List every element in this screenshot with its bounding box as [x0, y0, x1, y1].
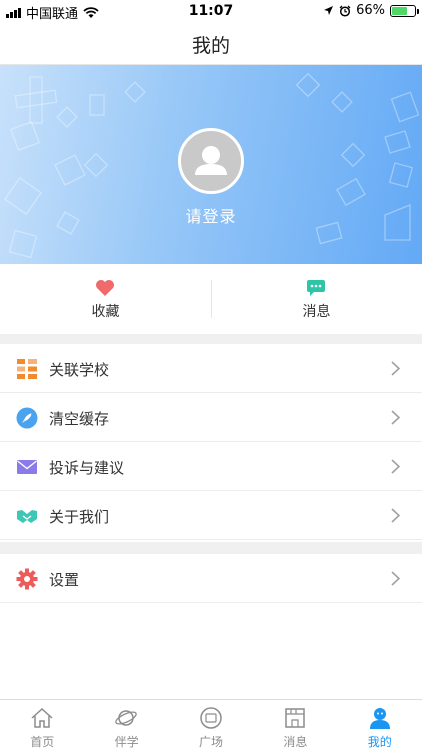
menu-item-label: 关于我们 — [49, 508, 110, 526]
quick-actions: 收藏 消息 — [0, 264, 422, 334]
tab-companion-study[interactable]: 伴学 — [84, 700, 168, 750]
profile-banner: 请登录 — [0, 65, 422, 264]
login-link[interactable]: 请登录 — [0, 203, 422, 227]
menu-item-clear-cache[interactable]: 清空缓存 — [0, 393, 422, 442]
messages-button[interactable]: 消息 — [211, 264, 422, 334]
section-gap — [0, 334, 422, 344]
chevron-right-icon — [391, 459, 400, 474]
chevron-right-icon — [391, 361, 400, 376]
menu-item-label: 投诉与建议 — [49, 459, 125, 477]
envelope-icon — [17, 460, 37, 474]
menu-item-label: 关联学校 — [49, 361, 110, 379]
rocket-icon — [16, 407, 38, 429]
chevron-right-icon — [391, 508, 400, 523]
avatar[interactable] — [178, 128, 244, 194]
user-avatar-icon — [195, 146, 227, 175]
menu-item-label: 设置 — [49, 571, 80, 589]
tab-label: 伴学 — [114, 735, 139, 749]
battery-icon — [390, 4, 419, 17]
tab-label: 广场 — [198, 735, 223, 749]
section-gap — [0, 542, 422, 554]
menu-item-settings[interactable]: 设置 — [0, 554, 422, 603]
menu-item-about-us[interactable]: 关于我们 — [0, 491, 422, 540]
profile-icon — [369, 708, 390, 729]
settings-list: 设置 — [0, 554, 422, 603]
tab-plaza[interactable]: 广场 — [169, 700, 253, 750]
handshake-icon — [17, 510, 37, 523]
gear-icon — [16, 568, 38, 590]
heart-icon — [96, 280, 114, 296]
planet-icon — [115, 710, 138, 726]
plaza-icon — [200, 707, 222, 729]
battery-percent: 66% — [356, 3, 385, 18]
home-icon — [31, 707, 53, 728]
grid-icon — [17, 359, 37, 379]
favorites-button[interactable]: 收藏 — [0, 264, 211, 334]
message-icon — [285, 708, 305, 728]
menu-item-feedback[interactable]: 投诉与建议 — [0, 442, 422, 491]
alarm-clock-icon — [339, 5, 351, 17]
tab-mine[interactable]: 我的 — [338, 700, 422, 750]
status-bar: 中国联通 11:07 66% — [0, 0, 422, 22]
nav-bar: 我的 — [0, 22, 422, 65]
chat-bubble-icon — [307, 280, 325, 296]
menu-item-link-school[interactable]: 关联学校 — [0, 344, 422, 393]
location-arrow-icon — [324, 6, 334, 15]
tab-bar: 首页 伴学 广场 消息 我的 — [0, 699, 422, 750]
tab-label: 我的 — [367, 735, 392, 749]
menu-item-label: 清空缓存 — [49, 410, 110, 428]
chevron-right-icon — [391, 571, 400, 586]
menu-list: 关联学校 清空缓存 投诉与建议 关于我们 — [0, 344, 422, 540]
tab-label: 首页 — [30, 735, 55, 749]
page-title: 我的 — [191, 35, 230, 57]
messages-label: 消息 — [302, 304, 331, 320]
status-right: 66% — [323, 3, 419, 18]
tab-label: 消息 — [283, 735, 308, 749]
tab-messages[interactable]: 消息 — [253, 700, 337, 750]
favorites-label: 收藏 — [91, 304, 120, 320]
chevron-right-icon — [391, 410, 400, 425]
tab-home[interactable]: 首页 — [0, 700, 84, 750]
